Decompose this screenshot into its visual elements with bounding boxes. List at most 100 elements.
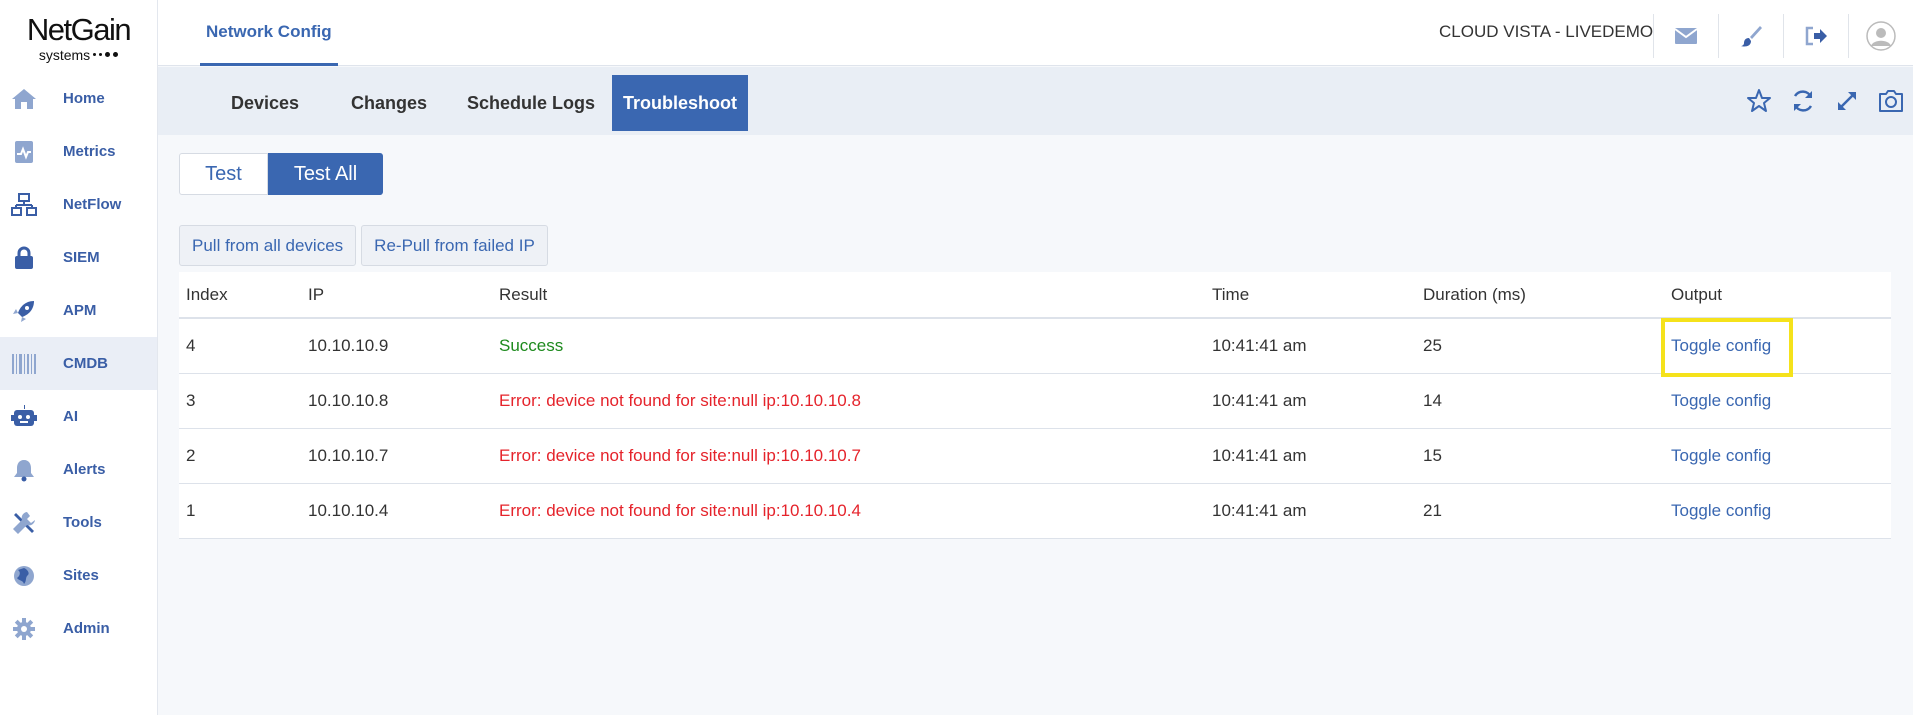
cell-duration: 25 bbox=[1423, 336, 1442, 355]
cell-index: 2 bbox=[186, 446, 196, 465]
top-icons bbox=[1653, 14, 1913, 58]
cell-duration: 15 bbox=[1423, 446, 1442, 465]
header-index[interactable]: Index bbox=[179, 285, 308, 305]
gear-icon bbox=[10, 615, 38, 643]
table-row: 3 10.10.10.8 Error: device not found for… bbox=[179, 374, 1891, 429]
home-icon bbox=[10, 85, 38, 113]
tenant-name: CLOUD VISTA - LIVEDEMO bbox=[1439, 22, 1654, 41]
logo-sub: systems bbox=[38, 46, 119, 63]
tab-devices[interactable]: Devices bbox=[208, 75, 322, 131]
header-result[interactable]: Result bbox=[499, 285, 1212, 305]
tab-troubleshoot[interactable]: Troubleshoot bbox=[612, 75, 748, 131]
cell-ip: 10.10.10.4 bbox=[308, 501, 389, 520]
sidebar-item-label: Metrics bbox=[63, 143, 116, 160]
test-button-group: Test Test All bbox=[179, 153, 383, 195]
sidebar-item-tools[interactable]: Tools bbox=[0, 496, 157, 549]
tab-changes[interactable]: Changes bbox=[330, 75, 448, 131]
sidebar-item-apm[interactable]: APM bbox=[0, 284, 157, 337]
sidebar-item-label: Alerts bbox=[63, 461, 106, 478]
star-icon[interactable] bbox=[1737, 85, 1781, 117]
sidebar: NetGain systems Home Metrics NetFlow SIE… bbox=[0, 0, 158, 715]
brush-icon[interactable] bbox=[1718, 14, 1783, 58]
sidebar-item-label: CMDB bbox=[63, 355, 108, 372]
sidebar-item-label: AI bbox=[63, 408, 78, 425]
expand-icon[interactable] bbox=[1825, 85, 1869, 117]
repull-failed-ip-button[interactable]: Re-Pull from failed IP bbox=[361, 225, 548, 266]
camera-icon[interactable] bbox=[1869, 85, 1913, 117]
bell-icon bbox=[10, 456, 38, 484]
cell-result: Error: device not found for site:null ip… bbox=[499, 501, 861, 520]
table-row: 2 10.10.10.7 Error: device not found for… bbox=[179, 429, 1891, 484]
cell-duration: 14 bbox=[1423, 391, 1442, 410]
sidebar-item-label: SIEM bbox=[63, 249, 100, 266]
sidebar-item-netflow[interactable]: NetFlow bbox=[0, 178, 157, 231]
logo-dots bbox=[93, 52, 119, 57]
header-duration[interactable]: Duration (ms) bbox=[1423, 285, 1671, 305]
logo: NetGain systems bbox=[0, 0, 157, 72]
lock-icon bbox=[10, 244, 38, 272]
pull-all-devices-button[interactable]: Pull from all devices bbox=[179, 225, 357, 266]
header-output[interactable]: Output bbox=[1671, 285, 1891, 305]
sidebar-item-label: Sites bbox=[63, 567, 99, 584]
toggle-config-link[interactable]: Toggle config bbox=[1671, 336, 1891, 356]
results-table: Index IP Result Time Duration (ms) Outpu… bbox=[179, 272, 1891, 539]
mail-icon[interactable] bbox=[1653, 14, 1718, 58]
sidebar-item-alerts[interactable]: Alerts bbox=[0, 443, 157, 496]
sub-tab-bar: Devices Changes Schedule Logs Troublesho… bbox=[158, 67, 1913, 135]
sidebar-nav: Home Metrics NetFlow SIEM APM CMDB AI Al… bbox=[0, 72, 157, 655]
pull-actions: Pull from all devices Re-Pull from faile… bbox=[179, 225, 548, 266]
barcode-icon bbox=[10, 350, 38, 378]
toggle-config-link[interactable]: Toggle config bbox=[1671, 391, 1891, 411]
toggle-config-link[interactable]: Toggle config bbox=[1671, 501, 1891, 521]
sidebar-item-label: APM bbox=[63, 302, 97, 319]
test-button[interactable]: Test bbox=[179, 153, 268, 195]
avatar-icon[interactable] bbox=[1848, 14, 1913, 58]
rocket-icon bbox=[10, 297, 38, 325]
sidebar-item-home[interactable]: Home bbox=[0, 72, 157, 125]
logout-icon[interactable] bbox=[1783, 14, 1848, 58]
sidebar-item-label: NetFlow bbox=[63, 196, 122, 213]
netflow-icon bbox=[10, 191, 38, 219]
header-ip[interactable]: IP bbox=[308, 285, 499, 305]
sidebar-item-admin[interactable]: Admin bbox=[0, 602, 157, 655]
cell-time: 10:41:41 am bbox=[1212, 501, 1307, 520]
cell-time: 10:41:41 am bbox=[1212, 391, 1307, 410]
logo-sub-text: systems bbox=[38, 46, 91, 63]
cell-result: Error: device not found for site:null ip… bbox=[499, 446, 861, 465]
tab-schedule-logs[interactable]: Schedule Logs bbox=[456, 75, 606, 131]
table-row: 4 10.10.10.9 Success 10:41:41 am 25 Togg… bbox=[179, 319, 1891, 374]
top-bar: Network Config CLOUD VISTA - LIVEDEMO bbox=[158, 0, 1913, 66]
table-header: Index IP Result Time Duration (ms) Outpu… bbox=[179, 272, 1891, 319]
sidebar-item-siem[interactable]: SIEM bbox=[0, 231, 157, 284]
cell-result: Error: device not found for site:null ip… bbox=[499, 391, 861, 410]
globe-icon bbox=[10, 562, 38, 590]
cell-ip: 10.10.10.8 bbox=[308, 391, 389, 410]
table-row: 1 10.10.10.4 Error: device not found for… bbox=[179, 484, 1891, 539]
tab-network-config[interactable]: Network Config bbox=[200, 0, 338, 66]
sidebar-item-sites[interactable]: Sites bbox=[0, 549, 157, 602]
sidebar-item-label: Home bbox=[63, 90, 105, 107]
cell-index: 3 bbox=[186, 391, 196, 410]
cell-index: 4 bbox=[186, 336, 196, 355]
sidebar-item-metrics[interactable]: Metrics bbox=[0, 125, 157, 178]
sub-bar-icons bbox=[1737, 85, 1913, 117]
cell-duration: 21 bbox=[1423, 501, 1442, 520]
cell-ip: 10.10.10.9 bbox=[308, 336, 389, 355]
sidebar-item-ai[interactable]: AI bbox=[0, 390, 157, 443]
toggle-config-link[interactable]: Toggle config bbox=[1671, 446, 1891, 466]
tools-icon bbox=[10, 509, 38, 537]
sidebar-item-label: Admin bbox=[63, 620, 110, 637]
test-all-button[interactable]: Test All bbox=[268, 153, 383, 195]
sidebar-item-cmdb[interactable]: CMDB bbox=[0, 337, 157, 390]
sidebar-item-label: Tools bbox=[63, 514, 102, 531]
cell-time: 10:41:41 am bbox=[1212, 446, 1307, 465]
metrics-icon bbox=[10, 138, 38, 166]
header-time[interactable]: Time bbox=[1212, 285, 1423, 305]
cell-index: 1 bbox=[186, 501, 196, 520]
robot-icon bbox=[10, 403, 38, 431]
refresh-icon[interactable] bbox=[1781, 85, 1825, 117]
cell-ip: 10.10.10.7 bbox=[308, 446, 389, 465]
logo-name: NetGain bbox=[26, 11, 132, 47]
cell-result: Success bbox=[499, 336, 564, 355]
cell-time: 10:41:41 am bbox=[1212, 336, 1307, 355]
